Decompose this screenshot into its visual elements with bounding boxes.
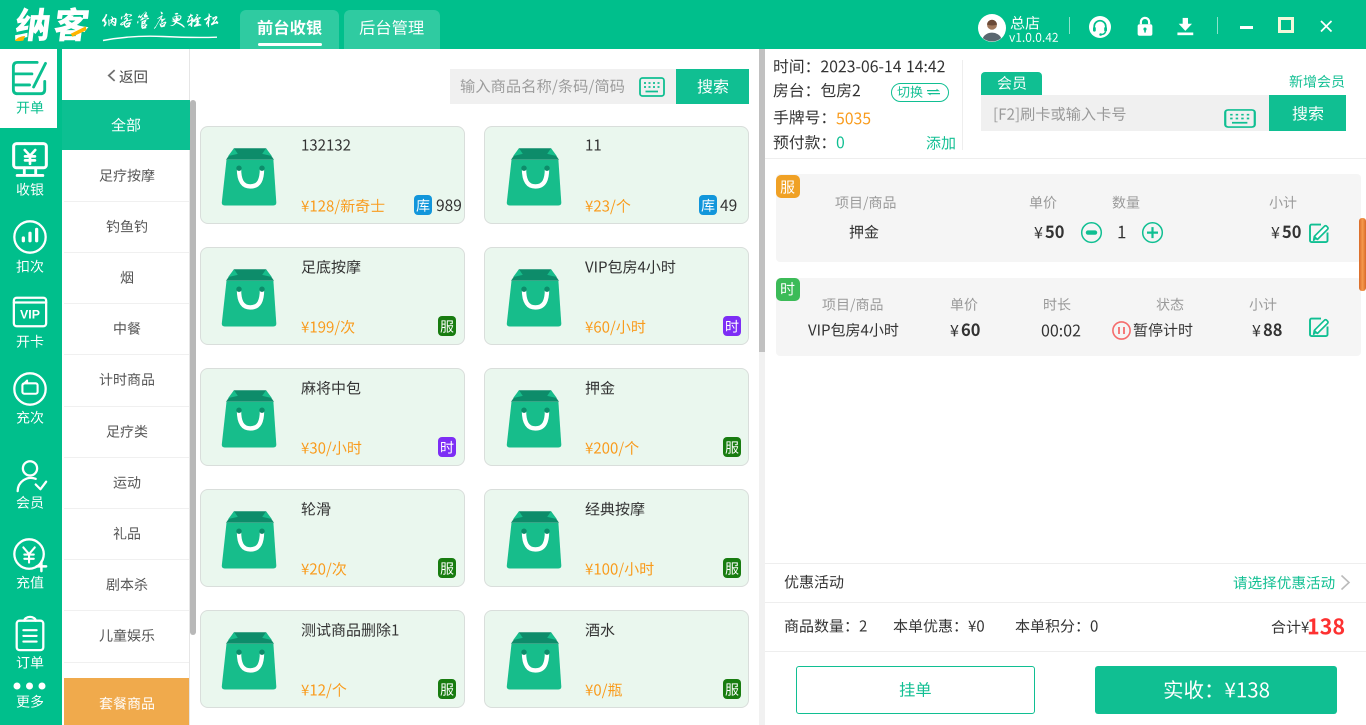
svg-text:VIP: VIP	[20, 308, 40, 322]
